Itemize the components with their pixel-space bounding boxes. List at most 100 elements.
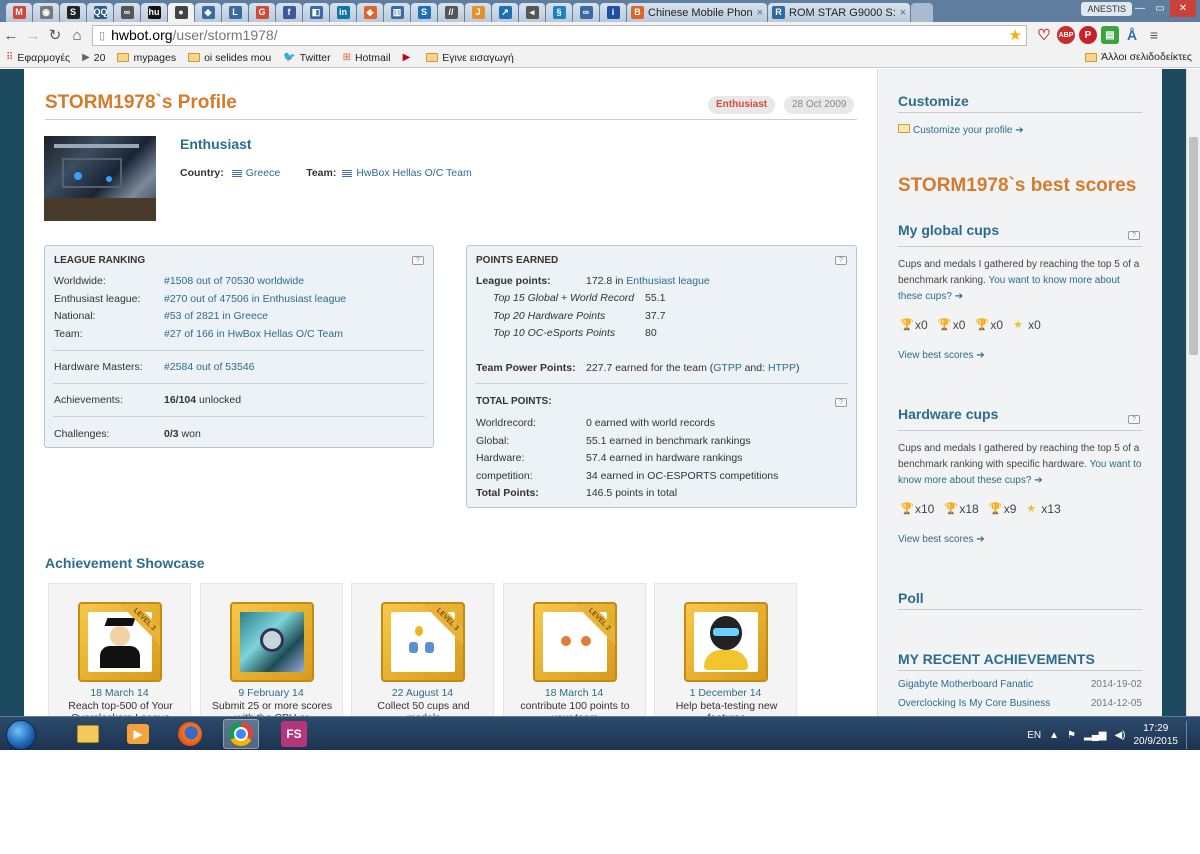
- media-player-icon[interactable]: ▶: [120, 719, 156, 749]
- browser-tab[interactable]: B Chinese Mobile Phon ×: [627, 3, 768, 22]
- reload-icon[interactable]: ↻: [44, 26, 66, 44]
- page-scrollbar[interactable]: [1186, 69, 1200, 716]
- team-link[interactable]: HwBox Hellas O/C Team: [356, 167, 471, 179]
- close-paren: ): [795, 362, 800, 374]
- menu-icon[interactable]: ≡: [1145, 26, 1163, 44]
- achievement-card[interactable]: 9 February 14Submit 25 or more scores wi…: [199, 583, 343, 716]
- profile-badge[interactable]: ANESTIS: [1081, 2, 1132, 16]
- browser-tab[interactable]: ◉: [33, 3, 59, 22]
- help-icon[interactable]: ?: [835, 398, 847, 407]
- tray-expand-icon[interactable]: ▲: [1049, 730, 1059, 741]
- browser-tab[interactable]: L: [222, 3, 248, 22]
- tab-close-icon[interactable]: ×: [900, 7, 906, 19]
- customize-link[interactable]: Customize your profile: [913, 125, 1012, 136]
- hw-masters-link[interactable]: #2584 out of 53546: [164, 361, 255, 373]
- clock[interactable]: 17:29 20/9/2015: [1134, 722, 1179, 748]
- browser-tab[interactable]: R ROM STAR G9000 S: ×: [768, 3, 911, 22]
- browser-tab[interactable]: //: [438, 3, 464, 22]
- row-link[interactable]: #27 of 166 in HwBox Hellas O/C Team: [164, 328, 343, 340]
- show-desktop-button[interactable]: [1186, 721, 1194, 749]
- translate-icon[interactable]: Å: [1123, 26, 1141, 44]
- close-icon[interactable]: ✕: [1170, 0, 1196, 17]
- browser-tab[interactable]: J: [465, 3, 491, 22]
- minimize-icon[interactable]: —: [1130, 0, 1150, 17]
- silver-cup-icon: 🏆: [944, 503, 959, 515]
- country-link[interactable]: Greece: [246, 167, 280, 179]
- address-bar[interactable]: ▯ hwbot.org/user/storm1978/ ★: [92, 24, 1027, 46]
- browser-tab[interactable]: S: [60, 3, 86, 22]
- league-points-link[interactable]: Enthusiast league: [626, 275, 709, 287]
- maximize-icon[interactable]: ▭: [1150, 0, 1170, 17]
- language-indicator[interactable]: EN: [1027, 730, 1041, 741]
- adblock-icon[interactable]: ABP: [1057, 26, 1075, 44]
- avatar[interactable]: [44, 136, 156, 221]
- browser-tab[interactable]: ◆: [195, 3, 221, 22]
- action-center-icon[interactable]: ⚑: [1067, 730, 1076, 741]
- fs-app-icon[interactable]: FS: [276, 719, 312, 749]
- browser-tab[interactable]: QQ: [87, 3, 113, 22]
- browser-tab[interactable]: M: [6, 3, 32, 22]
- help-icon[interactable]: ?: [412, 256, 424, 265]
- achievement-card[interactable]: LEVEL 2 18 March 14 contribute 100 points …: [502, 583, 646, 716]
- row-link[interactable]: #270 out of 47506 in Enthusiast league: [164, 293, 346, 305]
- back-icon[interactable]: ←: [0, 27, 22, 44]
- browser-tab[interactable]: §: [546, 3, 572, 22]
- home-icon[interactable]: ⌂: [66, 27, 88, 44]
- chrome-icon[interactable]: [223, 719, 259, 749]
- cup-count-value: x0: [990, 318, 1004, 332]
- firefox-icon[interactable]: [172, 719, 208, 749]
- rank-pill[interactable]: Enthusiast: [708, 96, 776, 114]
- browser-tab[interactable]: S: [411, 3, 437, 22]
- customize-link-row[interactable]: Customize your profile ➔: [898, 123, 1142, 139]
- other-bookmarks[interactable]: Άλλοι σελιδοδείκτες: [1085, 51, 1192, 63]
- start-button[interactable]: [6, 720, 36, 750]
- pinterest-icon[interactable]: P: [1079, 26, 1097, 44]
- help-icon[interactable]: ?: [835, 256, 847, 265]
- forward-icon[interactable]: →: [22, 27, 44, 44]
- help-icon[interactable]: ?: [1128, 231, 1140, 240]
- network-icon[interactable]: ▂▄▆: [1084, 730, 1106, 741]
- browser-tab[interactable]: f: [276, 3, 302, 22]
- view-best-scores-link[interactable]: View best scores ➔: [898, 350, 985, 361]
- bookmark-item[interactable]: ⊞ Hotmail: [343, 52, 391, 64]
- htpp-link[interactable]: HTPP: [768, 362, 796, 374]
- help-icon[interactable]: ?: [1128, 415, 1140, 424]
- browser-tab[interactable]: ∞: [573, 3, 599, 22]
- achievement-card[interactable]: LEVEL 3 22 August 14Collect 50 cups and m…: [351, 583, 494, 716]
- browser-tab[interactable]: G: [249, 3, 275, 22]
- view-best-scores-link[interactable]: View best scores ➔: [898, 534, 985, 545]
- bookmark-item[interactable]: Εγινε εισαγωγή: [426, 52, 514, 64]
- bookmark-item[interactable]: 🐦 Twitter: [283, 52, 330, 64]
- explorer-icon[interactable]: [70, 719, 106, 749]
- row-value: 0 earned with world records: [586, 417, 715, 429]
- tab-close-icon[interactable]: ×: [757, 7, 763, 19]
- new-tab-button[interactable]: [911, 3, 934, 22]
- achievement-card[interactable]: 1 December 14Help beta-testing new featu…: [654, 583, 797, 716]
- bookmark-item[interactable]: ⠿ Εφαρμογές: [6, 52, 70, 64]
- volume-icon[interactable]: ◀): [1114, 730, 1125, 741]
- browser-tab[interactable]: ◈: [357, 3, 383, 22]
- heart-icon[interactable]: ♡: [1035, 26, 1053, 44]
- browser-tab[interactable]: in: [330, 3, 356, 22]
- browser-tab[interactable]: hu: [141, 3, 167, 22]
- gtpp-link[interactable]: GTPP: [713, 362, 741, 374]
- browser-tab[interactable]: ↗: [492, 3, 518, 22]
- browser-tab[interactable]: ∞: [114, 3, 140, 22]
- browser-tab[interactable]: ◧: [303, 3, 329, 22]
- bookmark-item[interactable]: ▶: [403, 52, 415, 63]
- evernote-icon[interactable]: ▤: [1101, 26, 1119, 44]
- browser-tab[interactable]: i: [600, 3, 626, 22]
- bookmark-item[interactable]: ▶ 20: [82, 52, 105, 64]
- row-link[interactable]: #1508 out of 70530 worldwide: [164, 275, 304, 287]
- browser-tab[interactable]: ◂: [519, 3, 545, 22]
- recent-achievement-link[interactable]: Gigabyte Motherboard Fanatic: [898, 679, 1033, 690]
- bookmark-item[interactable]: oi selides mou: [188, 52, 271, 64]
- achievement-card[interactable]: LEVEL 3 18 March 14 Reach top-500 of Your …: [48, 583, 191, 716]
- star-icon[interactable]: ★: [1009, 26, 1022, 44]
- row-link[interactable]: #53 of 2821 in Greece: [164, 310, 268, 322]
- browser-tab[interactable]: ●: [168, 3, 194, 22]
- bookmark-item[interactable]: mypages: [117, 52, 176, 64]
- scrollbar-thumb[interactable]: [1189, 137, 1198, 355]
- recent-achievement-link[interactable]: Overclocking Is My Core Business: [898, 698, 1050, 709]
- browser-tab[interactable]: ▥: [384, 3, 410, 22]
